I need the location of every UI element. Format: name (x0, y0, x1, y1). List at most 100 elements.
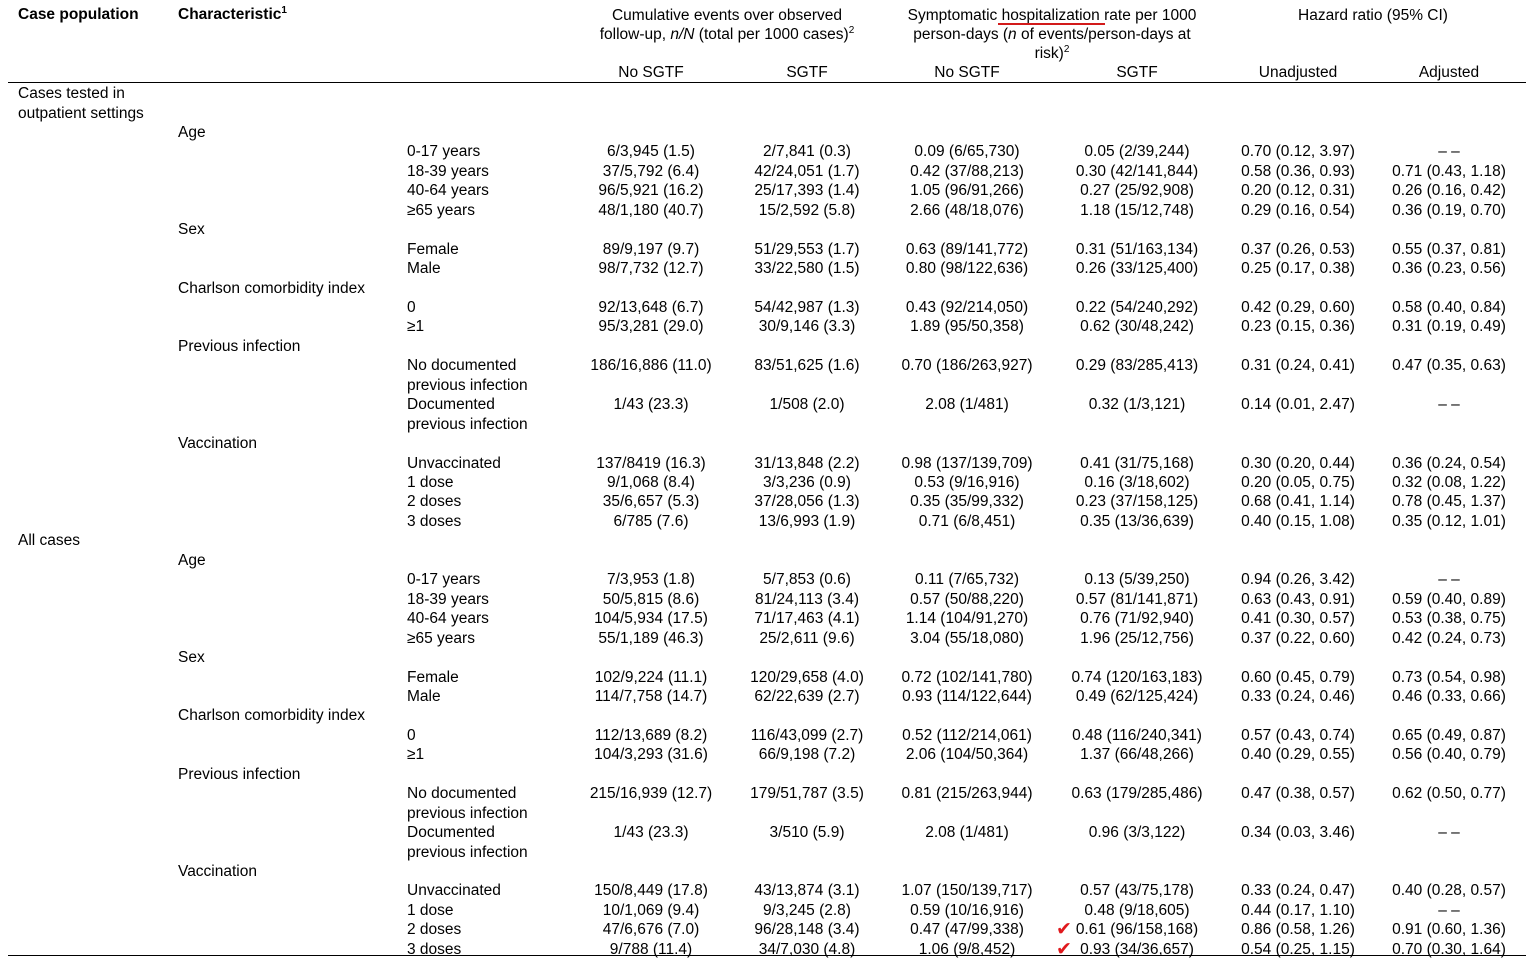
subheader-sgtf-rate: SGTF (1116, 64, 1158, 81)
table-cell-no-sgtf-rate: 2.08 (1/481) (925, 396, 1009, 414)
table-cell-sgtf-events: 81/24,113 (3.4) (755, 590, 859, 608)
characteristic-level: 40-64 years (407, 182, 489, 200)
table-cell-sgtf-events: 25/2,611 (9.6) (759, 629, 855, 647)
table-cell-hr-unadjusted: 0.47 (0.38, 0.57) (1241, 785, 1355, 803)
table-cell-hr-unadjusted: 0.63 (0.43, 0.91) (1241, 590, 1355, 608)
table-cell-hr-adjusted: 0.53 (0.38, 0.75) (1392, 610, 1506, 628)
table-cell-hr-adjusted: 0.31 (0.19, 0.49) (1392, 318, 1506, 336)
characteristic-level: 0 (407, 298, 416, 316)
characteristic-level: Unvaccinated (407, 454, 501, 472)
table-cell-hr-adjusted: 0.78 (0.45, 1.37) (1392, 493, 1506, 511)
table-cell-no-sgtf-events: 104/5,934 (17.5) (594, 610, 708, 628)
table-cell-sgtf-rate: 0.13 (5/39,250) (1084, 571, 1190, 589)
table-cell-hr-adjusted: – – (1438, 396, 1460, 414)
header-cumulative-line1: Cumulative events over observed (611, 7, 843, 24)
table-cell-sgtf-events: 120/29,658 (4.0) (750, 668, 864, 686)
table-cell-no-sgtf-rate: 0.59 (10/16,916) (910, 901, 1024, 919)
characteristic-group: Age (178, 123, 206, 141)
table-cell-no-sgtf-events: 215/16,939 (12.7) (589, 785, 713, 803)
table-cell-sgtf-events: 2/7,841 (0.3) (763, 143, 851, 161)
table-cell-sgtf-events: 9/3,245 (2.8) (763, 901, 851, 919)
table-cell-sgtf-events: 1/508 (2.0) (769, 396, 845, 414)
table-cell-hr-adjusted: 0.36 (0.24, 0.54) (1392, 454, 1506, 472)
table-cell-sgtf-events: 3/3,236 (0.9) (763, 474, 851, 491)
case-population-label: Cases tested in (18, 85, 125, 102)
characteristic-level: Documented (407, 396, 495, 414)
characteristic-level: Documented (407, 824, 495, 842)
table-cell-hr-unadjusted: 0.44 (0.17, 1.10) (1241, 901, 1355, 919)
table-cell-sgtf-rate: 0.57 (43/75,178) (1080, 882, 1194, 900)
table-cell-hr-unadjusted: 0.94 (0.26, 3.42) (1241, 571, 1355, 589)
table-cell-hr-unadjusted: 0.25 (0.17, 0.38) (1241, 260, 1355, 277)
table-cell-no-sgtf-events: 150/8,449 (17.8) (594, 882, 708, 900)
table-cell-no-sgtf-events: 112/13,689 (8.2) (594, 726, 708, 744)
table-cell-no-sgtf-rate: 0.47 (47/99,338) (910, 921, 1024, 939)
characteristic-level: previous infection (407, 376, 528, 394)
table-cell-hr-unadjusted: 0.30 (0.20, 0.44) (1241, 454, 1355, 472)
characteristic-level: Unvaccinated (407, 882, 501, 900)
characteristic-group: Sex (178, 649, 205, 666)
table-cell-sgtf-rate: 1.18 (15/12,748) (1080, 201, 1194, 219)
table-cell-no-sgtf-rate: 0.57 (50/88,220) (910, 590, 1024, 608)
table-cell-hr-adjusted: 0.73 (0.54, 0.98) (1392, 668, 1506, 686)
table-cell-hr-unadjusted: 0.40 (0.29, 0.55) (1241, 746, 1355, 764)
characteristic-level: 40-64 years (407, 610, 489, 628)
table-cell-sgtf-rate: 0.16 (3/18,602) (1084, 474, 1190, 491)
table-cell-no-sgtf-rate: 0.43 (92/214,050) (905, 298, 1029, 316)
table-cell-hr-unadjusted: 0.41 (0.30, 0.57) (1241, 610, 1355, 628)
document-page: Case population Characteristic1 Cumulati… (0, 0, 1538, 960)
table-cell-sgtf-rate: 0.23 (37/158,125) (1075, 493, 1199, 511)
table-cell-hr-adjusted: 0.46 (0.33, 0.66) (1392, 687, 1506, 705)
table-cell-no-sgtf-rate: 0.72 (102/141,780) (901, 668, 1033, 686)
table-cell-hr-adjusted: 0.91 (0.60, 1.36) (1392, 921, 1506, 939)
table-cell-sgtf-events: 15/2,592 (5.8) (758, 201, 856, 219)
table-cell-sgtf-events: 66/9,198 (7.2) (758, 746, 856, 764)
table-cell-sgtf-rate: 0.27 (25/92,908) (1080, 182, 1194, 200)
table-cell-hr-unadjusted: 0.29 (0.16, 0.54) (1241, 201, 1355, 219)
characteristic-level: 2 doses (407, 493, 462, 511)
table-cell-no-sgtf-events: 48/1,180 (40.7) (598, 201, 704, 219)
table-cell-hr-adjusted: 0.65 (0.49, 0.87) (1392, 726, 1506, 744)
table-cell-hr-adjusted: 0.70 (0.30, 1.64) (1392, 940, 1506, 958)
table-cell-no-sgtf-events: 137/8419 (16.3) (596, 454, 706, 472)
table-cell-sgtf-rate: 0.57 (81/141,871) (1075, 590, 1199, 608)
table-cell-sgtf-rate: 0.74 (120/163,183) (1071, 668, 1203, 686)
table-cell-sgtf-events: 25/17,393 (1.4) (754, 182, 860, 200)
characteristic-level: Female (407, 240, 459, 258)
table-cell-sgtf-rate: 0.31 (51/163,134) (1075, 240, 1199, 258)
table-cell-sgtf-rate: 0.05 (2/39,244) (1084, 143, 1190, 161)
subheader-unadjusted: Unadjusted (1258, 64, 1338, 81)
header-symptomatic-line3: risk)2 (1034, 43, 1070, 62)
table-cell-no-sgtf-events: 6/3,945 (1.5) (607, 143, 695, 161)
table-cell-hr-unadjusted: 0.86 (0.58, 1.26) (1241, 921, 1355, 939)
characteristic-level: No documented (407, 785, 517, 803)
table-cell-sgtf-rate: 1.96 (25/12,756) (1080, 629, 1194, 647)
characteristic-level: ≥65 years (407, 629, 475, 647)
subheader-no-sgtf-rate: No SGTF (934, 64, 1000, 81)
table-cell-sgtf-rate: 0.22 (54/240,292) (1075, 298, 1199, 316)
table-cell-sgtf-rate: 1.37 (66/48,266) (1080, 746, 1194, 764)
table-cell-sgtf-rate: 0.96 (3/3,122) (1088, 824, 1186, 842)
table-cell-sgtf-rate: 0.29 (83/285,413) (1075, 357, 1199, 375)
characteristic-group: Vaccination (178, 863, 257, 880)
table-cell-no-sgtf-events: 7/3,953 (1.8) (607, 571, 695, 589)
header-hazard-ratio: Hazard ratio (95% CI) (1298, 7, 1448, 24)
table-cell-hr-unadjusted: 0.54 (0.25, 1.15) (1241, 940, 1355, 958)
table-cell-no-sgtf-events: 114/7,758 (14.7) (594, 687, 708, 705)
table-cell-sgtf-events: 43/13,874 (3.1) (754, 882, 860, 900)
characteristic-level: 0-17 years (407, 571, 481, 589)
table-cell-sgtf-rate: 0.30 (42/141,844) (1075, 162, 1199, 180)
table-cell-sgtf-rate: 0.35 (13/36,639) (1080, 512, 1194, 530)
table-cell-hr-unadjusted: 0.58 (0.36, 0.93) (1241, 162, 1355, 180)
table-cell-sgtf-events: 179/51,787 (3.5) (750, 785, 864, 803)
table-cell-no-sgtf-events: 186/16,886 (11.0) (590, 357, 712, 375)
table-cell-hr-adjusted: 0.26 (0.16, 0.42) (1392, 182, 1506, 200)
characteristic-group: Sex (178, 221, 205, 239)
table-cell-hr-unadjusted: 0.40 (0.15, 1.08) (1241, 512, 1355, 530)
table-cell-no-sgtf-events: 9/1,068 (8.4) (607, 474, 695, 491)
table-cell-hr-unadjusted: 0.33 (0.24, 0.47) (1241, 882, 1355, 900)
table-cell-sgtf-events: 13/6,993 (1.9) (758, 512, 856, 530)
table-cell-no-sgtf-rate: 0.53 (9/16,916) (914, 474, 1020, 491)
table-cell-hr-adjusted: 0.62 (0.50, 0.77) (1392, 785, 1506, 803)
table-cell-no-sgtf-events: 10/1,069 (9.4) (602, 901, 700, 919)
